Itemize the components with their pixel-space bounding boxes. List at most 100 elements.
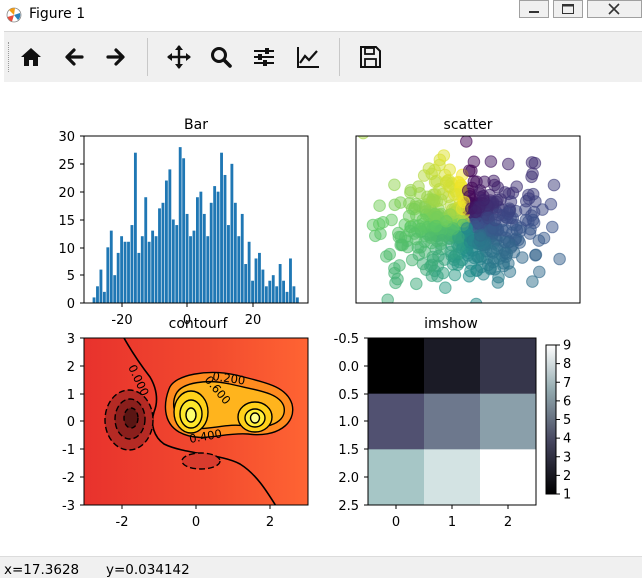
scatter-point bbox=[529, 248, 543, 262]
bar bbox=[171, 219, 175, 303]
scatter-point bbox=[468, 251, 481, 265]
line-chart-icon bbox=[297, 47, 319, 68]
cursor-y-readout: y=0.034142 bbox=[106, 562, 190, 578]
contourf-xtick: 0 bbox=[192, 515, 200, 530]
bar-ytick: 20 bbox=[58, 186, 75, 201]
scatter-point bbox=[498, 235, 512, 249]
scatter-point bbox=[368, 229, 382, 243]
imshow-cell bbox=[480, 338, 537, 395]
configure-subplots-button[interactable] bbox=[249, 42, 279, 72]
imshow-cell bbox=[368, 449, 425, 506]
scatter-point bbox=[519, 213, 533, 227]
bar bbox=[185, 213, 189, 303]
scatter-point bbox=[537, 231, 551, 245]
scatter-point bbox=[510, 180, 523, 194]
window-title: Figure 1 bbox=[29, 6, 86, 22]
scatter-point bbox=[388, 178, 401, 192]
bar bbox=[247, 241, 251, 303]
scatter-point bbox=[488, 213, 502, 227]
bar-series bbox=[92, 147, 299, 303]
toolbar-separator bbox=[339, 38, 340, 76]
bar bbox=[282, 280, 285, 303]
bar bbox=[144, 197, 148, 303]
bar bbox=[223, 174, 227, 303]
colorbar-gradient bbox=[545, 344, 557, 495]
contourf-title: contourf bbox=[169, 316, 229, 332]
scatter-point bbox=[523, 227, 537, 240]
status-bar: x=17.3628 y=0.034142 bbox=[0, 556, 642, 578]
bar-ytick: 25 bbox=[58, 158, 75, 173]
colorbar-tick-label: 6 bbox=[563, 394, 571, 409]
home-button[interactable] bbox=[16, 42, 46, 72]
imshow-cell bbox=[424, 393, 481, 450]
scatter-point bbox=[402, 209, 416, 223]
edit-axes-button[interactable] bbox=[293, 42, 323, 72]
contourf-x-ticks: -2 0 2 bbox=[116, 505, 274, 530]
zoom-button[interactable] bbox=[206, 42, 236, 72]
bar bbox=[92, 297, 96, 303]
navigation-toolbar bbox=[4, 31, 642, 82]
save-button[interactable] bbox=[355, 42, 385, 72]
scatter-point bbox=[516, 251, 529, 264]
scatter-point bbox=[389, 276, 402, 290]
close-button[interactable] bbox=[587, 0, 642, 18]
arrow-right-icon bbox=[106, 48, 125, 66]
pan-button[interactable] bbox=[164, 42, 194, 72]
scatter-point bbox=[424, 231, 437, 244]
scatter-point bbox=[553, 252, 566, 266]
bar bbox=[151, 230, 155, 303]
scatter-point bbox=[579, 217, 580, 222]
bar bbox=[178, 147, 182, 303]
contourf-ytick: -1 bbox=[62, 443, 75, 458]
imshow-cell bbox=[368, 338, 425, 395]
contourf-xtick: 2 bbox=[266, 515, 274, 530]
colorbar-tick-label: 8 bbox=[563, 357, 571, 372]
scatter-point bbox=[544, 197, 558, 211]
scatter-point bbox=[487, 174, 500, 188]
forward-button[interactable] bbox=[101, 42, 131, 72]
bar bbox=[295, 297, 299, 303]
contourf-ytick: -3 bbox=[62, 499, 75, 514]
scatter-point bbox=[502, 157, 515, 171]
bar bbox=[278, 264, 282, 303]
close-icon bbox=[608, 3, 620, 15]
imshow-subplot: imshow 0 1 2 -0.5 0.0 0.5 1.0 1.5 2.0 2.… bbox=[334, 316, 572, 530]
imshow-x-ticks: 0 1 2 bbox=[392, 505, 512, 530]
scatter-point bbox=[429, 219, 443, 233]
scatter-point bbox=[486, 246, 500, 259]
contourf-ytick: -2 bbox=[62, 471, 75, 486]
bar bbox=[158, 208, 161, 303]
bar bbox=[261, 269, 265, 303]
bar bbox=[182, 158, 186, 303]
toolbar-grip[interactable] bbox=[8, 42, 12, 72]
arrow-left-icon bbox=[65, 48, 84, 66]
bar bbox=[120, 236, 124, 303]
bar bbox=[258, 252, 261, 303]
bar bbox=[196, 197, 199, 303]
imshow-ytick: 1.0 bbox=[338, 415, 359, 430]
contour-plot-area bbox=[84, 338, 308, 505]
figure-canvas[interactable]: Bar -20 0 20 0 5 10 15 20 25 30 scatter … bbox=[4, 82, 642, 555]
imshow-colorbar: 9 8 7 6 5 4 3 2 1 bbox=[545, 339, 571, 503]
scatter-point bbox=[525, 170, 538, 184]
bar bbox=[240, 213, 244, 303]
imshow-cell bbox=[424, 338, 481, 395]
minimize-icon bbox=[529, 11, 539, 13]
colorbar-tick-label: 4 bbox=[563, 432, 571, 447]
back-button[interactable] bbox=[59, 42, 89, 72]
bar bbox=[233, 202, 237, 303]
scatter-point bbox=[405, 253, 419, 267]
scatter-points bbox=[357, 136, 580, 303]
bar bbox=[123, 241, 127, 303]
scatter-point bbox=[440, 215, 453, 228]
bar-subplot: Bar -20 0 20 0 5 10 15 20 25 30 bbox=[58, 117, 309, 328]
scatter-point bbox=[501, 207, 515, 220]
bar bbox=[254, 258, 258, 303]
scatter-point bbox=[439, 281, 452, 294]
bar-ytick: 30 bbox=[58, 130, 75, 145]
move-icon bbox=[167, 45, 191, 69]
minimize-button[interactable] bbox=[519, 0, 549, 18]
scatter-point bbox=[381, 293, 394, 303]
maximize-button[interactable] bbox=[553, 0, 583, 18]
bar-ytick: 5 bbox=[67, 269, 75, 284]
